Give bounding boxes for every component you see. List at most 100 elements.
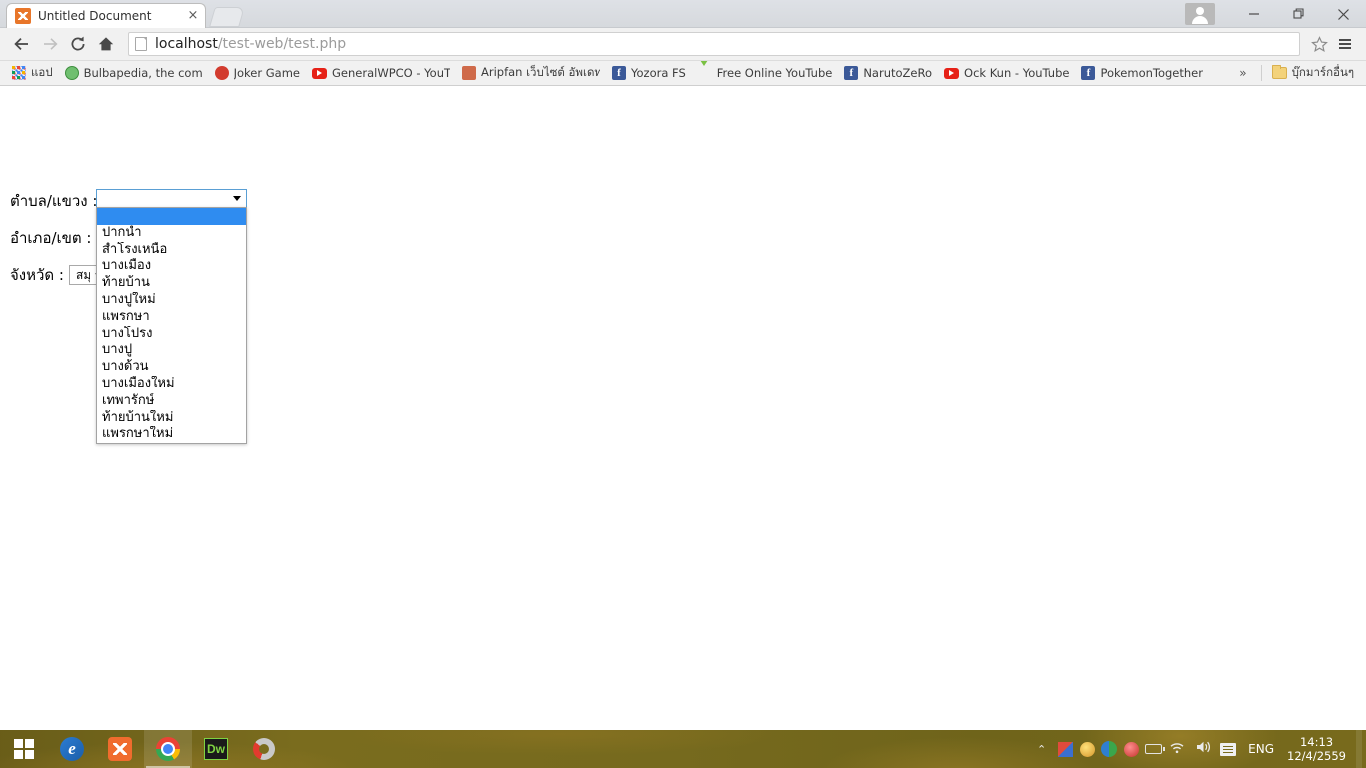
bookmark-pokemontogether[interactable]: f PokemonTogether (1075, 63, 1209, 83)
xampp-icon (108, 737, 132, 761)
apps-grid-icon (12, 66, 26, 80)
taskbar-item-xampp[interactable] (96, 730, 144, 768)
dropdown-option[interactable]: แพรกษา (97, 309, 246, 326)
taskbar-item-edge[interactable]: e (48, 730, 96, 768)
url-path: /test-web/test.php (217, 36, 347, 52)
wifi-icon[interactable] (1164, 740, 1190, 758)
system-tray: ⌃ ENG 14:13 12/4/2559 (1029, 730, 1366, 768)
youtube-icon (312, 67, 327, 79)
window-controls (1185, 0, 1366, 28)
chevron-down-icon (233, 196, 241, 201)
taskbar-item-chrome[interactable] (144, 730, 192, 768)
download-icon (697, 61, 712, 85)
dropdown-option[interactable]: ปากน้ำ (97, 225, 246, 242)
bookmark-label: บุ๊กมาร์กอื่นๆ (1291, 65, 1354, 79)
aripfan-icon (462, 66, 476, 80)
tray-icon-2[interactable] (1076, 730, 1098, 768)
dropdown-option[interactable] (97, 208, 246, 225)
bookmark-label: แอป (31, 65, 53, 79)
bookmarks-overflow-icon[interactable]: » (1229, 66, 1256, 80)
dropdown-option[interactable]: เทพารักษ์ (97, 393, 246, 410)
tray-icon-1[interactable] (1054, 730, 1076, 768)
windows-start-icon (14, 739, 34, 759)
bookmark-aripfan[interactable]: Aripfan เว็บไซต์ อัพเดท (456, 63, 606, 83)
language-indicator[interactable]: ENG (1239, 742, 1283, 756)
browser-toolbar: localhost/test-web/test.php (0, 28, 1366, 61)
bookmark-ock-kun[interactable]: Ock Kun - YouTube (938, 63, 1075, 83)
dropdown-option[interactable]: บางปู (97, 342, 246, 359)
taskbar-item-dreamweaver[interactable]: Dw (192, 730, 240, 768)
tab-strip: Untitled Document × (0, 0, 1366, 28)
tambon-dropdown-list[interactable]: ปากน้ำ สำโรงเหนือ บางเมือง ท้ายบ้าน บางป… (96, 207, 247, 445)
maximize-button[interactable] (1276, 0, 1321, 28)
battery-icon[interactable] (1142, 730, 1165, 768)
address-bar-url: localhost/test-web/test.php (155, 36, 346, 52)
bookmark-joker-game[interactable]: Joker Game (209, 63, 306, 83)
action-center-icon[interactable] (1217, 730, 1239, 768)
dropdown-option[interactable]: สำโรงเหนือ (97, 242, 246, 259)
bookmark-yozora-fs[interactable]: f Yozora FS (606, 63, 692, 83)
bookmark-free-online-youtube[interactable]: Free Online YouTube (692, 61, 839, 85)
clock-time: 14:13 (1299, 735, 1334, 749)
profile-avatar-icon[interactable] (1185, 3, 1215, 25)
home-button-icon[interactable] (92, 30, 120, 58)
minimize-button[interactable] (1231, 0, 1276, 28)
forward-button-icon[interactable] (36, 30, 64, 58)
bookmark-bulbapedia[interactable]: Bulbapedia, the comm (59, 63, 209, 83)
browser-window: Untitled Document × localhost/test-web/t… (0, 0, 1366, 730)
bookmark-apps[interactable]: แอป (6, 63, 59, 83)
taskbar-item-app6[interactable] (240, 730, 288, 768)
bookmark-narutozero[interactable]: f NarutoZeRo (838, 63, 938, 83)
tambon-select[interactable] (96, 189, 247, 208)
bookmark-label: GeneralWPCO - YouTu (332, 66, 450, 80)
youtube-icon (944, 67, 960, 79)
tray-icon-3[interactable] (1098, 730, 1120, 768)
address-bar[interactable]: localhost/test-web/test.php (128, 32, 1300, 56)
chrome-icon (156, 737, 180, 761)
form-row-province: จังหวัด : สมุท (10, 263, 109, 287)
back-button-icon[interactable] (8, 30, 36, 58)
reload-button-icon[interactable] (64, 30, 92, 58)
bookmark-label: NarutoZeRo (863, 66, 933, 80)
joker-game-icon (214, 66, 229, 80)
dropdown-option[interactable]: แพรกษาใหม่ (97, 426, 246, 443)
bookmark-label: Bulbapedia, the comm (83, 66, 203, 80)
windows-taskbar: e Dw ⌃ ENG 14:13 12/4/2559 (0, 730, 1366, 768)
volume-icon[interactable] (1190, 740, 1217, 758)
browser-tab[interactable]: Untitled Document × (6, 3, 206, 28)
url-host: localhost (155, 36, 218, 52)
folder-icon (1271, 65, 1287, 79)
bookmark-label: Ock Kun - YouTube (964, 66, 1070, 80)
clock-date: 12/4/2559 (1287, 749, 1346, 763)
tray-icon-4[interactable] (1120, 730, 1142, 768)
form-row-tambon: ตำบล/แขวง : (10, 189, 102, 213)
bookmark-label: PokemonTogether (1100, 66, 1203, 80)
dropdown-option[interactable]: บางปูใหม่ (97, 292, 246, 309)
bookmark-star-icon[interactable] (1306, 30, 1332, 58)
label-tambon: ตำบล/แขวง : (10, 192, 98, 210)
new-tab-button[interactable] (209, 7, 245, 27)
dropdown-option[interactable]: บางโปรง (97, 326, 246, 343)
bulbapedia-icon (64, 66, 79, 80)
show-desktop-button[interactable] (1356, 730, 1362, 768)
dropdown-option[interactable]: ท้ายบ้านใหม่ (97, 410, 246, 427)
chrome-menu-icon[interactable] (1332, 30, 1358, 58)
label-ampur: อำเภอ/เขต : (10, 229, 92, 247)
close-window-button[interactable] (1321, 0, 1366, 28)
page-viewport: ตำบล/แขวง : ปากน้ำ สำโรงเหนือ บางเมือง ท… (0, 86, 1366, 729)
bookmark-label: Free Online YouTube (716, 66, 833, 80)
dropdown-option[interactable]: บางเมือง (97, 258, 246, 275)
page-info-icon (135, 37, 147, 51)
bookmark-generalwpco[interactable]: GeneralWPCO - YouTu (306, 63, 456, 83)
dropdown-option[interactable]: บางเมืองใหม่ (97, 376, 246, 393)
bookmark-other-bookmarks[interactable]: บุ๊กมาร์กอื่นๆ (1266, 63, 1360, 83)
dreamweaver-icon: Dw (204, 738, 228, 760)
dropdown-option[interactable]: บางด้วน (97, 359, 246, 376)
clock[interactable]: 14:13 12/4/2559 (1283, 735, 1356, 763)
label-province: จังหวัด : (10, 266, 64, 284)
close-tab-icon[interactable]: × (185, 8, 201, 24)
start-button[interactable] (0, 730, 48, 768)
facebook-icon: f (1081, 66, 1096, 80)
show-hidden-icons-icon[interactable]: ⌃ (1029, 743, 1054, 756)
dropdown-option[interactable]: ท้ายบ้าน (97, 275, 246, 292)
